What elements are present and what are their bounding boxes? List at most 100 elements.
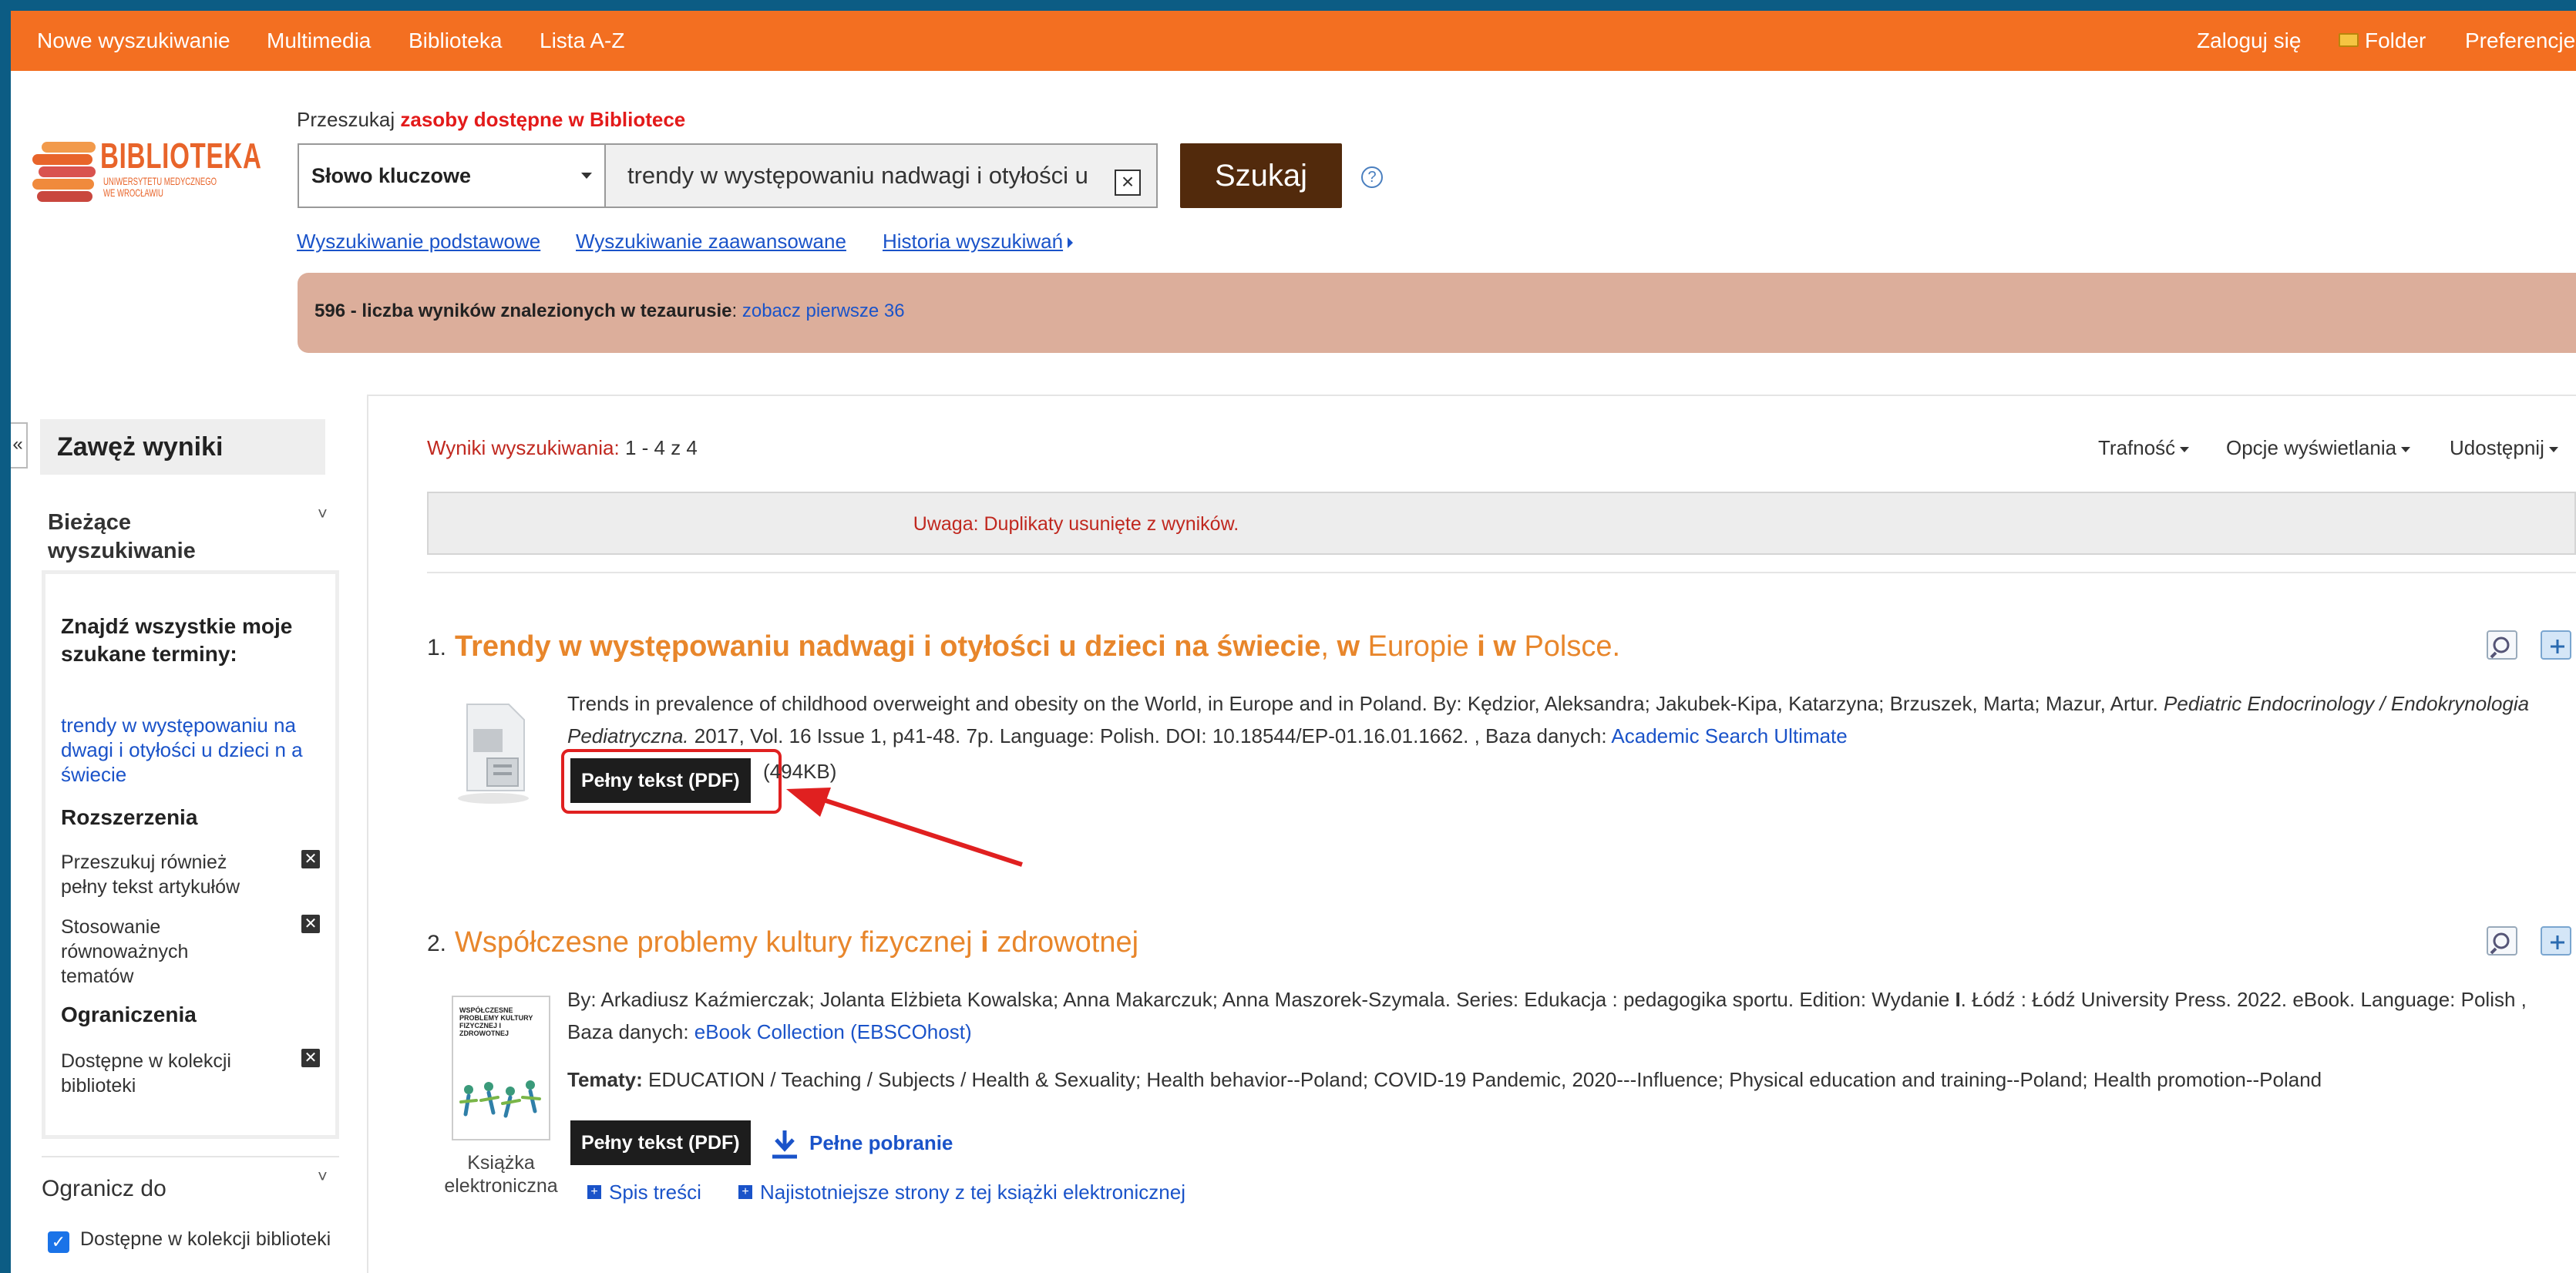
books-stack-icon xyxy=(32,142,99,202)
database-link[interactable]: Academic Search Ultimate xyxy=(1611,724,1847,747)
clear-search-button[interactable]: × xyxy=(1115,170,1141,196)
preview-magnifier-icon[interactable] xyxy=(2487,926,2517,956)
sort-label: Trafność xyxy=(2098,436,2176,459)
duplicates-notice-text: Uwaga: Duplikaty usunięte z wyników. xyxy=(913,513,1239,535)
thesaurus-link[interactable]: zobacz pierwsze 36 xyxy=(742,301,905,321)
limiters-title: Ograniczenia xyxy=(61,1003,197,1026)
results-label: Wyniki wyszukiwania: xyxy=(427,436,620,459)
title-text: Europie xyxy=(1360,630,1478,663)
nav-multimedia[interactable]: Multimedia xyxy=(267,11,371,71)
thesaurus-separator: : xyxy=(731,301,742,321)
title-highlight: w xyxy=(1337,630,1360,663)
book-cover-image[interactable]: WSPÓŁCZESNE PROBLEMY KULTURY FIZYCZNEJ I… xyxy=(452,996,550,1140)
pdf-full-text-button[interactable]: Pełny tekst (PDF) xyxy=(570,758,751,803)
subjects-label: Tematy: xyxy=(567,1068,643,1091)
logo-line1: UNIWERSYTETU MEDYCZNEGO xyxy=(103,175,217,187)
nav-preferences[interactable]: Preferencje xyxy=(2465,11,2575,71)
download-icon xyxy=(772,1130,797,1159)
nav-library[interactable]: Biblioteka xyxy=(409,11,502,71)
sort-dropdown[interactable]: Trafność xyxy=(2098,436,2190,460)
result-number: 2. xyxy=(427,931,447,956)
expander-fulltext: Przeszukuj również pełny tekst artykułów xyxy=(61,851,240,898)
toc-label: Spis treści xyxy=(609,1181,701,1204)
search-scope-prefix: Przeszukaj xyxy=(297,108,395,131)
display-options-dropdown[interactable]: Opcje wyświetlania xyxy=(2226,436,2411,460)
nav-folder[interactable]: Folder xyxy=(2339,11,2426,71)
full-download-label: Pełne pobranie xyxy=(809,1131,953,1154)
expanders-title: Rozszerzenia xyxy=(61,805,198,829)
library-collection-checkbox-label[interactable]: Dostępne w kolekcji biblioteki xyxy=(80,1227,335,1251)
result-description: Trends in prevalence of childhood overwe… xyxy=(567,687,2548,752)
title-text: zdrowotnej xyxy=(988,926,1139,959)
limit-to-title[interactable]: Ogranicz do xyxy=(42,1174,166,1203)
relevant-pages-label: Najistotniejsze strony z tej książki ele… xyxy=(760,1181,1185,1204)
chevron-down-icon xyxy=(581,173,592,179)
subjects-list: EDUCATION / Teaching / Subjects / Health… xyxy=(642,1068,2322,1091)
search-button[interactable]: Szukaj xyxy=(1180,143,1342,208)
full-download-link[interactable]: Pełne pobranie xyxy=(771,1120,953,1165)
search-history-label: Historia wyszukiwań xyxy=(883,230,1064,253)
advanced-search-link[interactable]: Wyszukiwanie zaawansowane xyxy=(576,230,846,254)
result-desc-text: Trends in prevalence of childhood overwe… xyxy=(567,692,2158,715)
nav-login[interactable]: Zaloguj się xyxy=(2197,11,2301,71)
library-collection-checkbox[interactable]: ✓ xyxy=(48,1231,69,1253)
title-highlight: w xyxy=(1493,630,1516,663)
library-logo[interactable]: BIBLIOTEKA UNIWERSYTETU MEDYCZNEGO WE WRO… xyxy=(32,136,264,213)
search-input[interactable]: trendy w występowaniu nadwagi i otyłości… xyxy=(604,143,1158,208)
title-highlight: Trendy w występowaniu nadwagi i otyłości… xyxy=(455,630,1321,663)
find-all-terms-link[interactable]: trendy w występowaniu na dwagi i otyłośc… xyxy=(61,713,315,787)
logo-subtitle: UNIWERSYTETU MEDYCZNEGO WE WROCŁAWIU xyxy=(103,176,217,199)
result-desc-text: By: Arkadiusz Kaźmierczak; Jolanta Elżbi… xyxy=(567,988,1956,1011)
result-title-link[interactable]: Współczesne problemy kultury fizycznej i… xyxy=(455,926,1138,959)
triangle-right-icon xyxy=(1068,237,1074,249)
result-title-link[interactable]: Trendy w występowaniu nadwagi i otyłości… xyxy=(455,630,1620,663)
result-desc-highlight: I xyxy=(1955,988,1961,1011)
database-link[interactable]: eBook Collection (EBSCOhost) xyxy=(694,1020,972,1043)
current-search-title[interactable]: Bieżące wyszukiwanie xyxy=(48,509,279,566)
table-of-contents-link[interactable]: + Spis treści xyxy=(587,1176,701,1208)
most-relevant-pages-link[interactable]: + Najistotniejsze strony z tej książki el… xyxy=(738,1176,1185,1208)
search-scope-emphasis: zasoby dostępne w Bibliotece xyxy=(400,108,686,131)
chevron-down-icon[interactable]: ˅ xyxy=(318,1167,328,1187)
caret-down-icon xyxy=(2401,446,2411,452)
basic-search-link[interactable]: Wyszukiwanie podstawowe xyxy=(297,230,540,254)
thesaurus-notice: 596 - liczba wyników znalezionych w teza… xyxy=(298,273,2576,353)
result-subjects: Tematy: EDUCATION / Teaching / Subjects … xyxy=(567,1063,2556,1096)
find-all-terms-title: Znajdź wszystkie moje szukane terminy: xyxy=(61,614,293,666)
ebsco-page: Nowe wyszukiwanie Multimedia Biblioteka … xyxy=(11,11,2576,1273)
expander-equivalent-subjects: Stosowanie równoważnych tematów xyxy=(61,916,189,987)
remove-limiter-button[interactable]: ✕ xyxy=(301,1049,320,1067)
caret-down-icon xyxy=(2180,446,2190,452)
add-to-folder-icon[interactable] xyxy=(2541,926,2571,956)
result-desc-text: 2017, Vol. 16 Issue 1, p41-48. 7p. Langu… xyxy=(688,724,1612,747)
preview-magnifier-icon[interactable] xyxy=(2487,630,2517,660)
logo-line2: WE WROCŁAWIU xyxy=(103,186,163,199)
result-description: By: Arkadiusz Kaźmierczak; Jolanta Elżbi… xyxy=(567,983,2556,1048)
pdf-full-text-button[interactable]: Pełny tekst (PDF) xyxy=(570,1120,751,1165)
results-count: Wyniki wyszukiwania: 1 - 4 z 4 xyxy=(427,436,698,460)
cover-title: WSPÓŁCZESNE PROBLEMY KULTURY FIZYCZNEJ I… xyxy=(459,1006,533,1037)
divider xyxy=(42,1156,339,1157)
remove-expander-fulltext-button[interactable]: ✕ xyxy=(301,850,320,868)
nav-a-z-list[interactable]: Lista A-Z xyxy=(540,11,624,71)
logo-name: BIBLIOTEKA xyxy=(100,136,262,176)
search-scope-label: Przeszukaj zasoby dostępne w Bibliotece xyxy=(297,108,685,132)
article-type-icon xyxy=(453,698,538,810)
title-text: Polsce. xyxy=(1515,630,1621,663)
result-number: 1. xyxy=(427,635,447,660)
search-history-link[interactable]: Historia wyszukiwań xyxy=(883,230,1074,254)
title-text: Współczesne problemy kultury fizycznej xyxy=(455,926,981,959)
divider xyxy=(367,395,2576,396)
top-nav-bar: Nowe wyszukiwanie Multimedia Biblioteka … xyxy=(11,11,2576,71)
remove-expander-subjects-button[interactable]: ✕ xyxy=(301,915,320,933)
help-icon[interactable]: ? xyxy=(1361,166,1383,188)
title-text: , xyxy=(1320,630,1337,663)
share-dropdown[interactable]: Udostępnij xyxy=(2450,436,2558,460)
search-field-value: Słowo kluczowe xyxy=(311,164,472,187)
collapse-sidebar-button[interactable]: « xyxy=(11,422,28,469)
nav-new-search[interactable]: Nowe wyszukiwanie xyxy=(37,11,230,71)
add-to-folder-icon[interactable] xyxy=(2541,630,2571,660)
chevron-down-icon[interactable]: ˅ xyxy=(318,504,328,524)
search-field-select[interactable]: Słowo kluczowe xyxy=(298,143,606,208)
expand-plus-icon: + xyxy=(738,1185,752,1200)
